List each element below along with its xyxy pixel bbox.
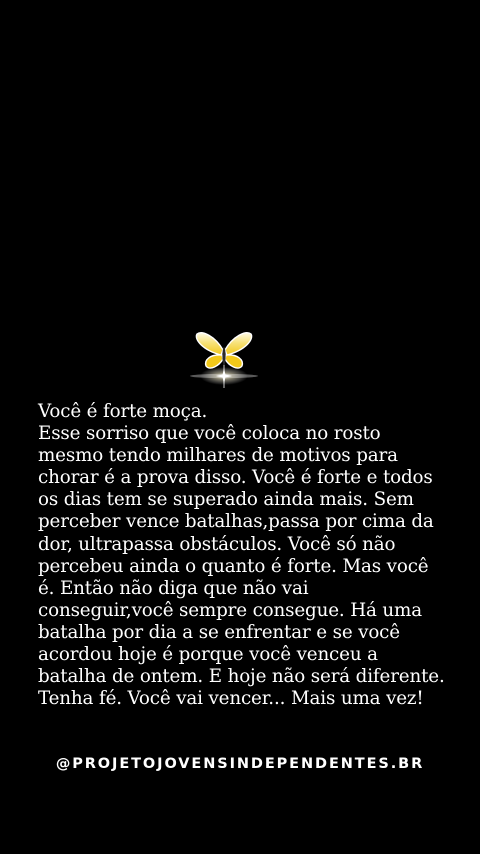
message-line: perceber vence batalhas,passa por cima d… <box>38 511 434 533</box>
message-line: dor, ultrapassa obstáculos. Você só não <box>38 533 396 555</box>
message-line: chorar é a prova disso. Você é forte e t… <box>38 467 433 489</box>
message-line: acordou hoje é porque você venceu a <box>38 644 378 666</box>
message-line: os dias tem se superado ainda mais. Sem <box>38 489 414 511</box>
message-text: Você é forte moça. Esse sorriso que você… <box>38 401 458 710</box>
message-line: conseguir,você sempre consegue. Há uma <box>38 599 422 621</box>
message-line: é. Então não diga que não vai <box>38 577 309 599</box>
message-line: batalha por dia a se enfrentar e se você <box>38 621 400 643</box>
account-handle[interactable]: @PROJETOJOVENSINDEPENDENTES.BR <box>0 756 480 772</box>
message-line: mesmo tendo milhares de motivos para <box>38 445 398 467</box>
message-line: Você é forte moça. <box>38 401 208 422</box>
message-line: batalha de ontem. E hoje não será difere… <box>38 666 445 688</box>
butterfly-icon <box>190 332 258 388</box>
story-canvas: Você é forte moça. Esse sorriso que você… <box>0 0 480 854</box>
message-line: percebeu ainda o quanto é forte. Mas voc… <box>38 555 429 577</box>
message-line: Esse sorriso que você coloca no rosto <box>38 423 381 445</box>
message-line: Tenha fé. Você vai vencer... Mais uma ve… <box>38 688 424 710</box>
